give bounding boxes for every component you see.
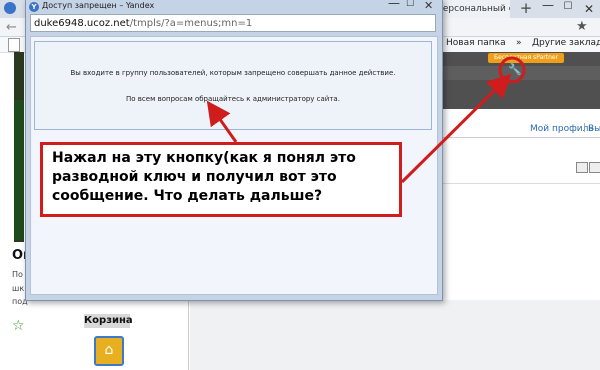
arrow-to-wrench bbox=[400, 73, 512, 184]
arrow-to-message bbox=[206, 100, 238, 143]
annotation-box: Нажал на эту кнопку(как я понял это разв… bbox=[40, 142, 402, 217]
annotation-text: Нажал на эту кнопку(как я понял это разв… bbox=[52, 150, 356, 204]
wrench-highlight-circle bbox=[498, 56, 526, 84]
